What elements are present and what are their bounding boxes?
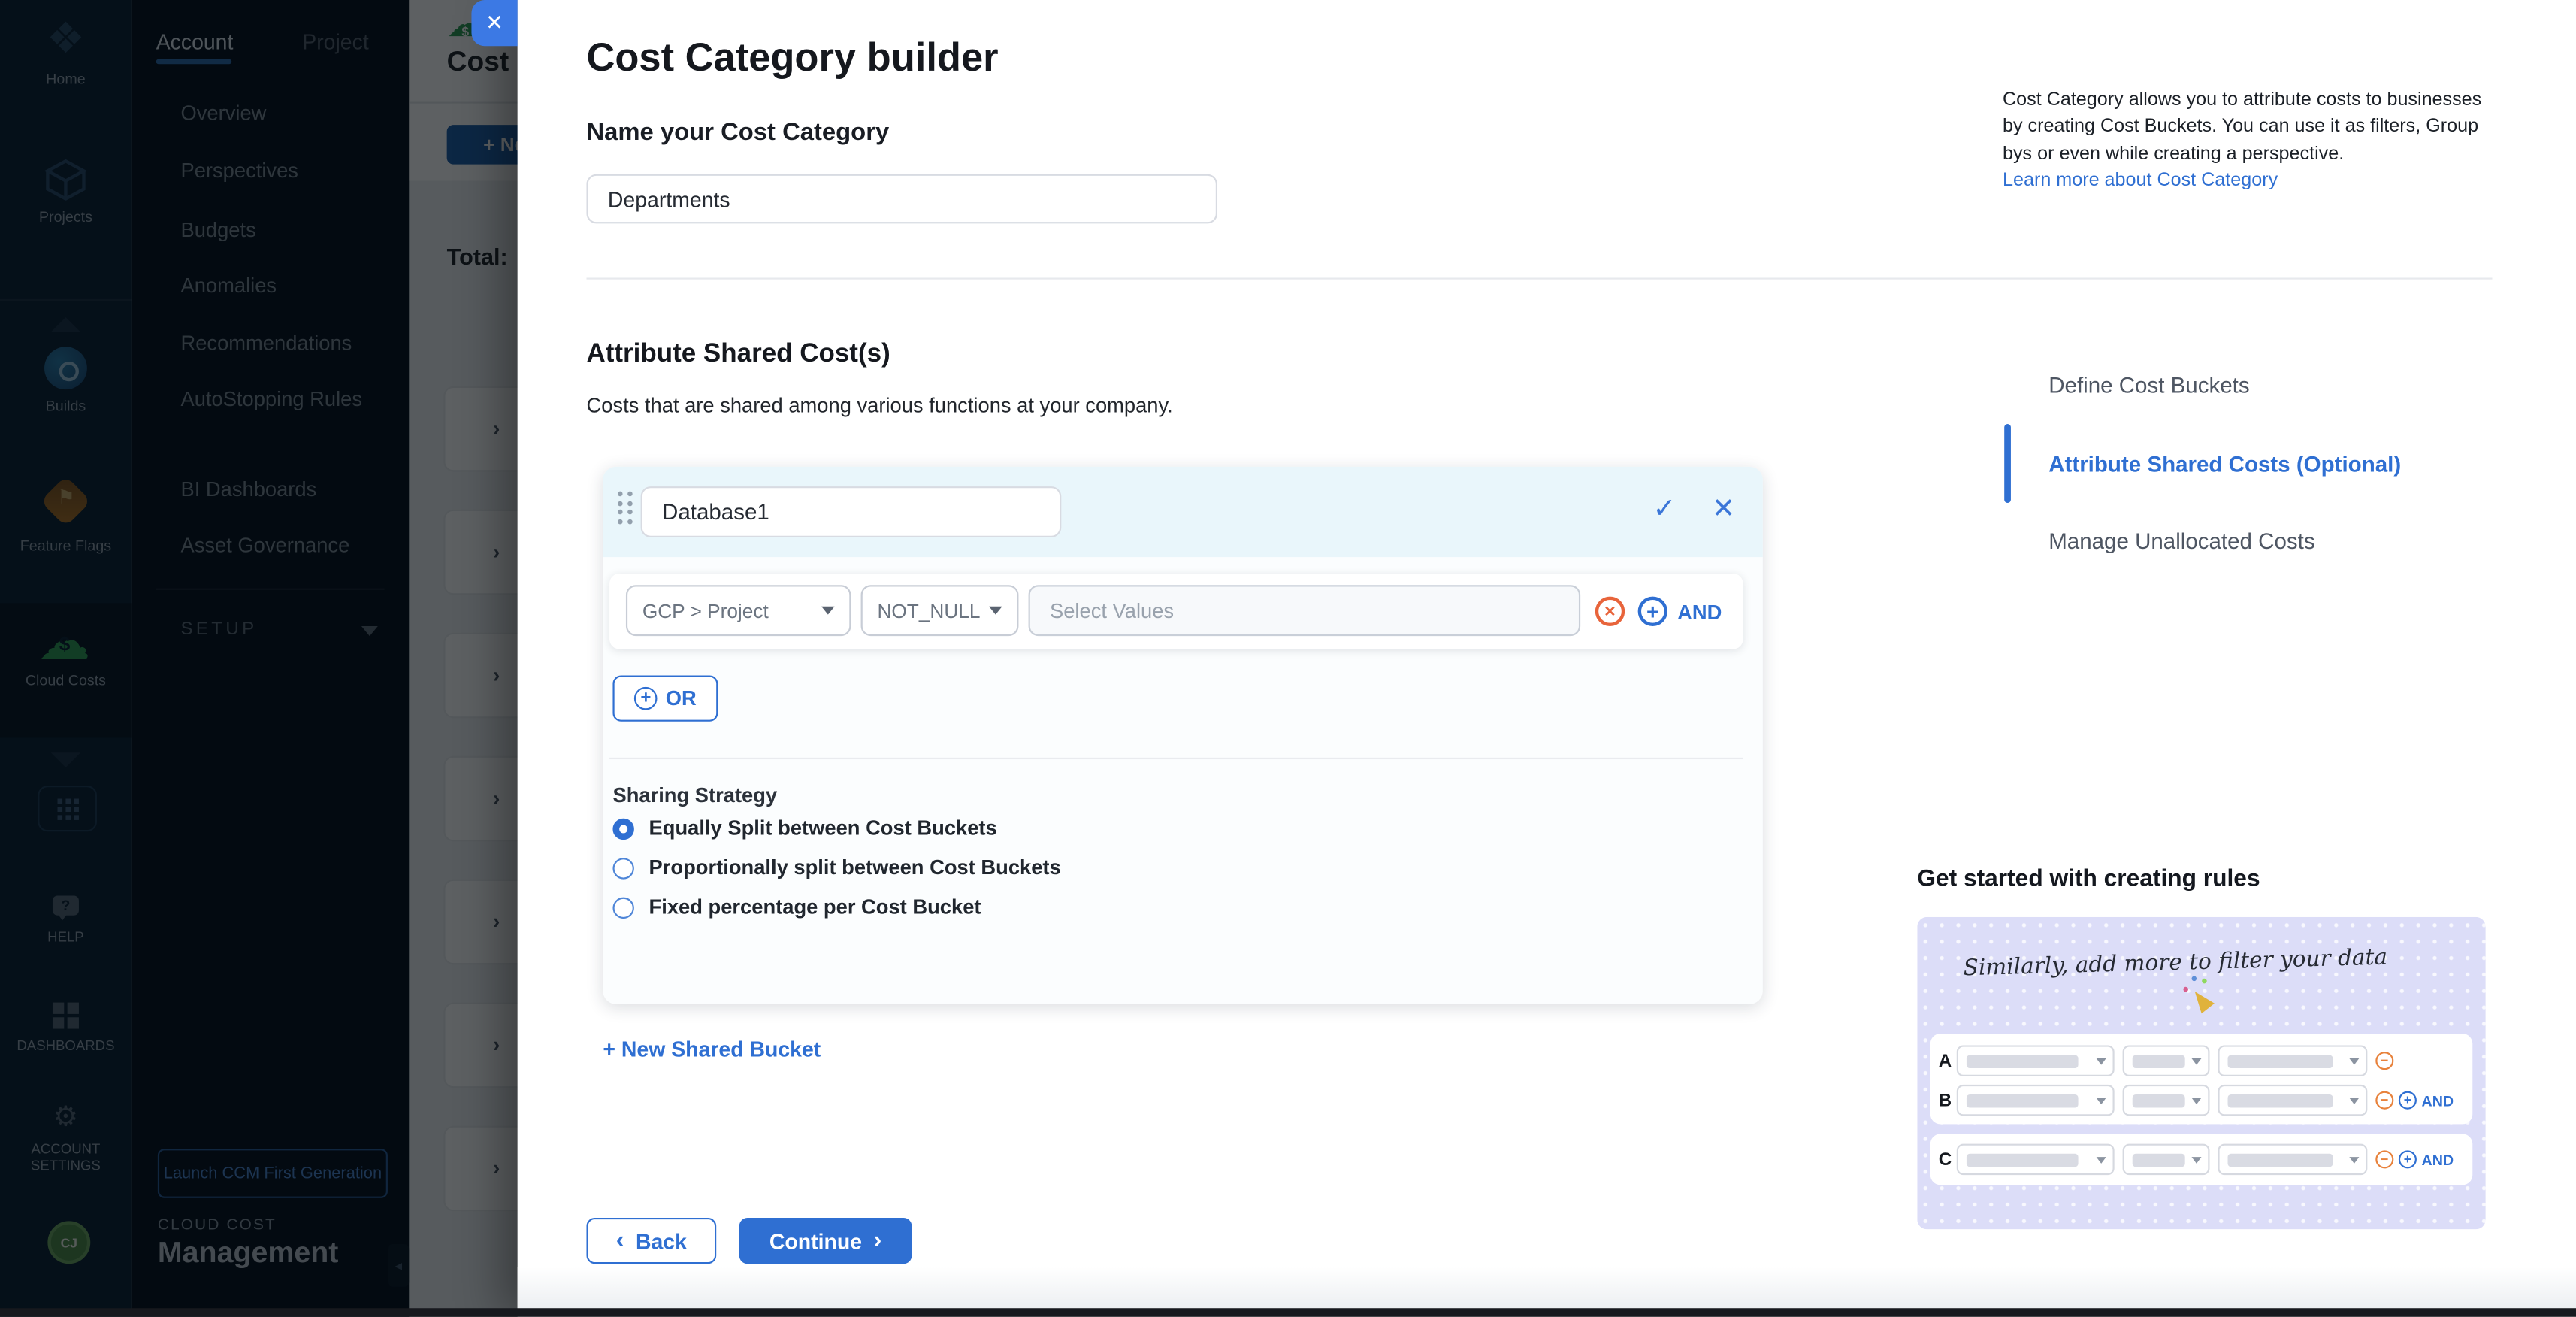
or-label: OR bbox=[666, 687, 697, 710]
sharing-strategy-label: Sharing Strategy bbox=[612, 784, 777, 807]
chevron-down-icon bbox=[821, 607, 834, 615]
cost-category-builder-drawer: Cost Category builder Name your Cost Cat… bbox=[518, 0, 2576, 1316]
stepper-manage-unallocated-costs[interactable]: Manage Unallocated Costs bbox=[2048, 529, 2314, 554]
dimension-dropdown-value: GCP > Project bbox=[642, 599, 769, 622]
radio-proportionally-split[interactable]: Proportionally split between Cost Bucket… bbox=[612, 855, 1060, 881]
bottom-edge-bar bbox=[0, 1308, 2576, 1316]
new-shared-bucket-button[interactable]: + New Shared Bucket bbox=[603, 1037, 821, 1062]
delete-bucket-icon[interactable]: ✕ bbox=[1712, 493, 1735, 526]
shared-costs-heading: Attribute Shared Cost(s) bbox=[586, 341, 890, 370]
info-text: Cost Category allows you to attribute co… bbox=[2003, 87, 2492, 168]
illustration-row: C − + AND bbox=[1930, 1144, 2472, 1176]
radio-unselected-icon bbox=[612, 857, 633, 878]
confirm-bucket-icon[interactable]: ✓ bbox=[1652, 493, 1676, 526]
illustration-note: Similarly, add more to filter your data bbox=[1963, 944, 2387, 982]
illustration-rule-card: A − B − + AND bbox=[1930, 1034, 2472, 1124]
cost-category-name-input[interactable] bbox=[586, 174, 1217, 224]
info-panel: Cost Category allows you to attribute co… bbox=[2003, 87, 2492, 195]
bucket-name-input[interactable] bbox=[641, 486, 1062, 537]
chevron-left-icon: ‹ bbox=[616, 1231, 624, 1250]
operator-dropdown[interactable]: NOT_NULL bbox=[861, 585, 1019, 636]
radio-equally-split[interactable]: Equally Split between Cost Buckets bbox=[612, 815, 996, 841]
chevron-down-icon bbox=[989, 607, 1002, 615]
app-root: ❖ Home Projects Builds ⚑ Feature Flags ☁… bbox=[0, 0, 2576, 1316]
illustration-rule-card: C − + AND bbox=[1930, 1134, 2472, 1185]
radio-selected-icon bbox=[612, 818, 633, 839]
radio-fixed-percentage[interactable]: Fixed percentage per Cost Bucket bbox=[612, 894, 981, 920]
plus-icon: + bbox=[634, 687, 658, 710]
stepper-attribute-shared-costs[interactable]: Attribute Shared Costs (Optional) bbox=[2048, 452, 2401, 477]
plus-icon: + bbox=[2399, 1150, 2417, 1168]
minus-icon: − bbox=[2375, 1150, 2393, 1168]
plus-icon: + bbox=[603, 1037, 615, 1062]
operator-dropdown-value: NOT_NULL bbox=[877, 599, 980, 622]
back-button[interactable]: ‹ Back bbox=[586, 1218, 716, 1264]
filter-condition-row: GCP > Project NOT_NULL ✕ + AND bbox=[609, 574, 1743, 649]
or-condition-button[interactable]: + OR bbox=[612, 676, 718, 722]
stepper-define-cost-buckets[interactable]: Define Cost Buckets bbox=[2048, 373, 2249, 398]
shared-bucket-card: ✓ ✕ GCP > Project NOT_NULL ✕ + AND bbox=[603, 467, 1762, 1004]
close-icon: ✕ bbox=[485, 11, 503, 35]
card-divider bbox=[609, 758, 1743, 759]
drag-handle-icon[interactable] bbox=[618, 492, 632, 524]
remove-condition-icon[interactable]: ✕ bbox=[1595, 597, 1625, 626]
rules-illustration: Similarly, add more to filter your data … bbox=[1917, 917, 2485, 1229]
minus-icon: − bbox=[2375, 1052, 2393, 1070]
illustration-row: A − bbox=[1930, 1045, 2472, 1076]
minus-icon: − bbox=[2375, 1091, 2393, 1110]
illustration-row: B − + AND bbox=[1930, 1085, 2472, 1116]
and-condition-button[interactable]: AND bbox=[1677, 601, 1722, 625]
bucket-card-header: ✓ ✕ bbox=[603, 467, 1762, 557]
name-field-label: Name your Cost Category bbox=[586, 118, 889, 146]
drawer-close-button[interactable]: ✕ bbox=[471, 0, 517, 46]
plus-icon: + bbox=[2399, 1091, 2417, 1110]
drawer-title: Cost Category builder bbox=[586, 36, 998, 82]
chevron-right-icon: › bbox=[873, 1231, 881, 1250]
section-divider bbox=[586, 277, 2492, 279]
add-condition-icon[interactable]: + bbox=[1638, 597, 1667, 626]
radio-unselected-icon bbox=[612, 897, 633, 918]
get-started-heading: Get started with creating rules bbox=[1917, 866, 2260, 892]
select-values-input[interactable] bbox=[1029, 585, 1581, 636]
shared-costs-description: Costs that are shared among various func… bbox=[586, 395, 1172, 418]
continue-button[interactable]: Continue › bbox=[739, 1218, 912, 1264]
stepper-active-bar bbox=[2004, 424, 2010, 503]
party-popper-icon bbox=[2188, 986, 2215, 1013]
learn-more-link[interactable]: Learn more about Cost Category bbox=[2003, 168, 2492, 195]
dimension-dropdown[interactable]: GCP > Project bbox=[626, 585, 851, 636]
